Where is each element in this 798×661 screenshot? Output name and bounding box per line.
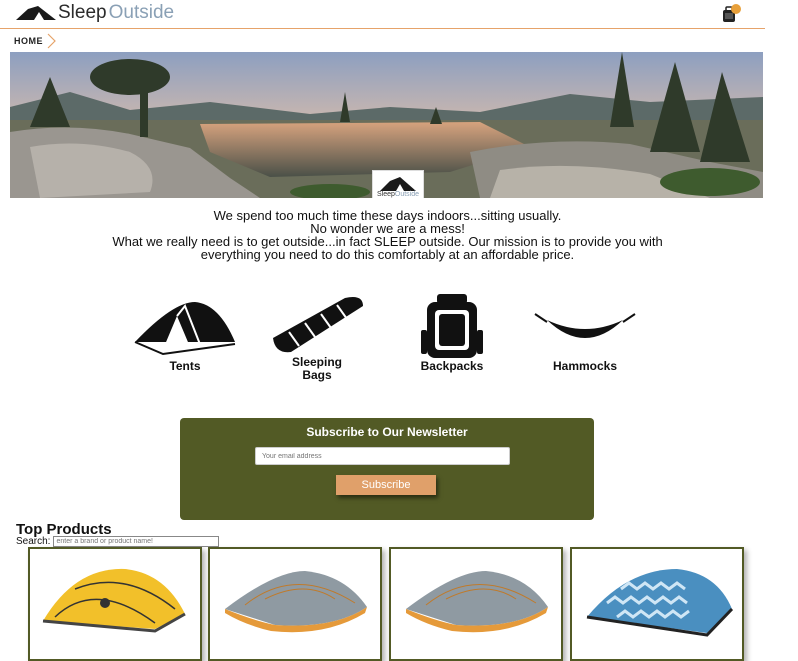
hero-banner: SleepOutside	[10, 52, 763, 198]
backpack-icon	[421, 294, 483, 358]
logo-text-sleep: Sleep	[58, 2, 107, 23]
hero-logo-text: SleepOutside	[377, 191, 419, 198]
product-card[interactable]	[208, 547, 382, 661]
product-search: Search:	[16, 536, 220, 547]
blue-wave-tent-image	[586, 569, 734, 637]
product-card[interactable]	[28, 547, 202, 661]
hammock-icon	[534, 313, 636, 338]
product-list	[28, 547, 768, 661]
newsletter-email-input[interactable]	[255, 447, 510, 465]
mission-statement: We spend too much time these days indoor…	[110, 209, 665, 261]
category-label: Sleeping Bags	[291, 355, 342, 382]
product-card[interactable]	[570, 547, 744, 661]
mission-line: What we really need is to get outside...…	[112, 234, 663, 262]
hero-logo-outside: Outside	[394, 190, 420, 198]
grey-orange-tent-image	[406, 571, 548, 633]
sleeping-bag-icon	[273, 297, 363, 353]
category-label: Tents	[169, 359, 201, 373]
product-card[interactable]	[389, 547, 563, 661]
category-sleeping-bags[interactable]: Sleeping Bags	[252, 292, 382, 382]
search-label: Search:	[16, 536, 51, 547]
backpack-cart-icon	[723, 4, 741, 22]
hero-logo-sleep: Sleep	[376, 190, 395, 198]
site-logo[interactable]: Sleep Outside	[16, 3, 174, 22]
tent-logo-icon	[16, 5, 56, 20]
newsletter-panel: Subscribe to Our Newsletter Subscribe	[180, 418, 594, 520]
tent-icon	[134, 302, 236, 356]
category-label: Backpacks	[420, 359, 484, 373]
cart-button[interactable]	[720, 4, 742, 24]
category-hammocks[interactable]: Hammocks	[520, 292, 650, 373]
hero-logo-badge: SleepOutside	[372, 170, 424, 198]
product-categories: Tents Sleeping Bags Backpacks Hammocks	[120, 292, 660, 392]
chevron-right-icon	[47, 33, 56, 49]
grey-orange-tent-image	[225, 571, 367, 633]
subscribe-button[interactable]: Subscribe	[336, 475, 436, 495]
site-header: Sleep Outside	[0, 0, 765, 29]
category-label: Hammocks	[552, 359, 618, 373]
category-backpacks[interactable]: Backpacks	[387, 292, 517, 373]
breadcrumb-home-link[interactable]: HOME	[14, 36, 43, 46]
category-tents[interactable]: Tents	[120, 292, 250, 373]
logo-text-outside: Outside	[108, 2, 175, 23]
yellow-dome-tent-image	[42, 568, 186, 633]
tent-logo-icon	[380, 176, 416, 191]
search-input[interactable]	[53, 536, 220, 547]
newsletter-title: Subscribe to Our Newsletter	[306, 425, 468, 439]
breadcrumb: HOME	[14, 33, 57, 49]
